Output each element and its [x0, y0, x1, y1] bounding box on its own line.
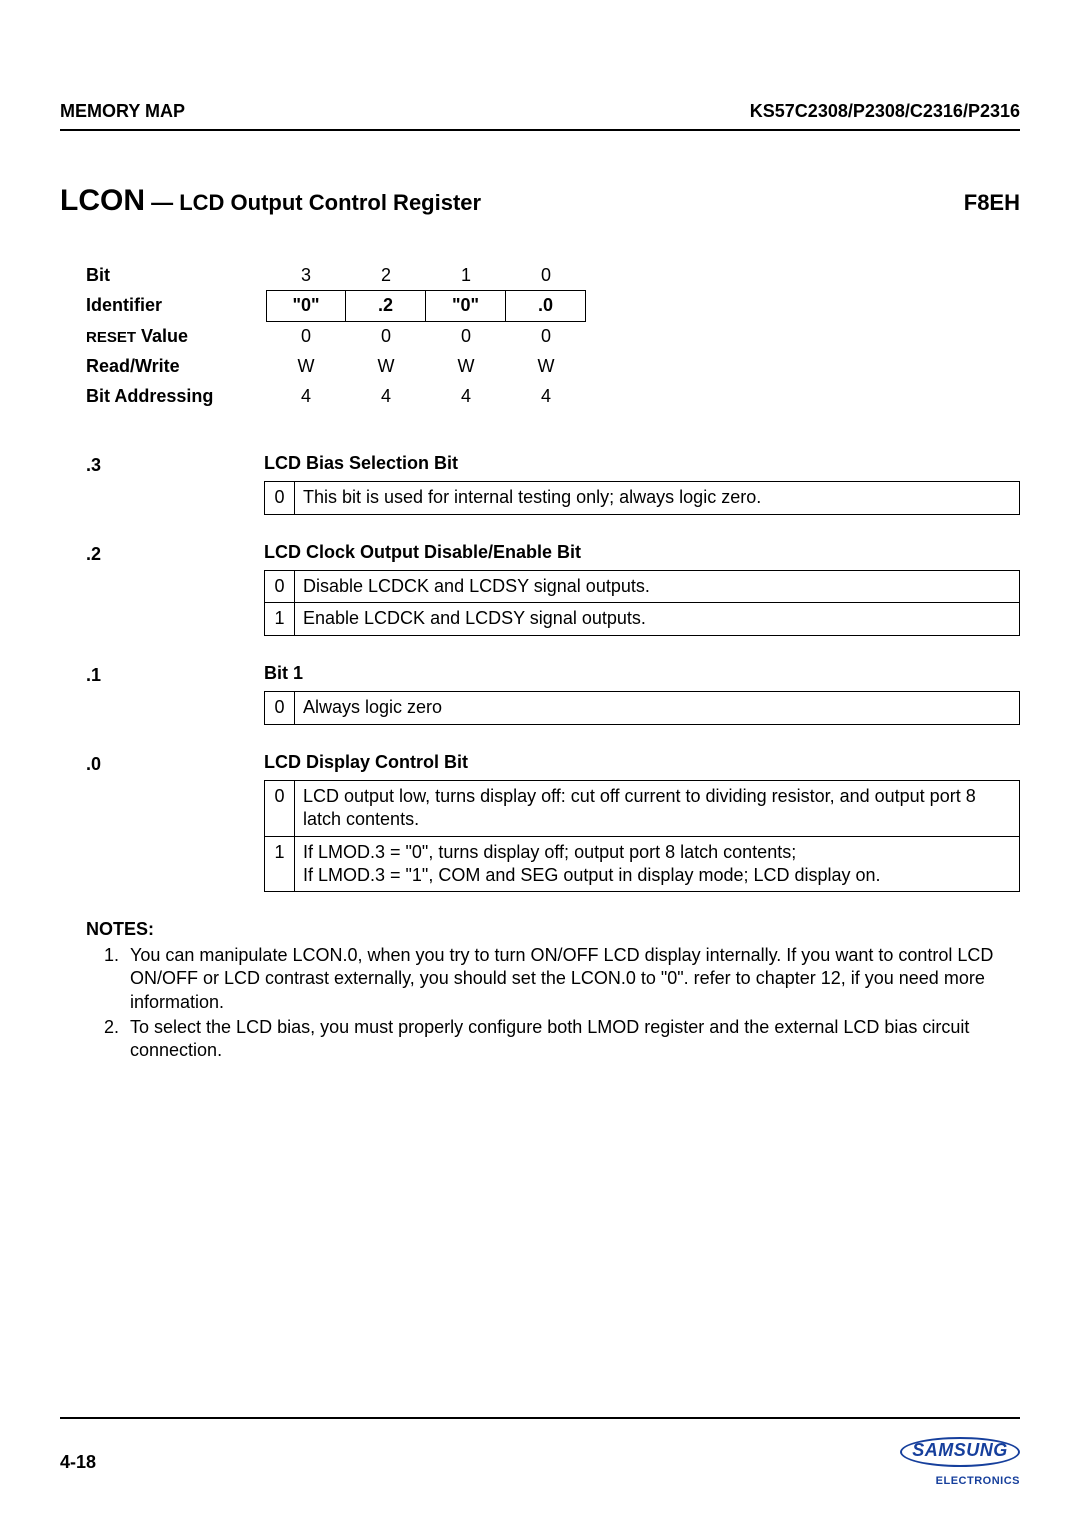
bit-cell: 0 [506, 264, 586, 287]
bit-cell: 2 [346, 264, 426, 287]
bit-description-block: .0LCD Display Control Bit 0LCD output low… [86, 751, 1020, 893]
register-desc: — LCD Output Control Register [145, 190, 481, 215]
bit-description-title: LCD Bias Selection Bit [264, 452, 1020, 475]
bit-text-cell: This bit is used for internal testing on… [295, 482, 1020, 514]
register-name: LCON [60, 184, 145, 217]
bit-description-table: 0LCD output low, turns display off: cut … [264, 780, 1020, 893]
bit-value-cell: 0 [265, 570, 295, 602]
bit-tag: .0 [86, 751, 264, 893]
addr-row-label: Bit Addressing [86, 385, 266, 408]
bit-description-body: LCD Display Control Bit 0LCD output low, … [264, 751, 1020, 893]
bit-description-table: 0Always logic zero [264, 691, 1020, 724]
page-header: MEMORY MAP KS57C2308/P2308/C2316/P2316 [60, 100, 1020, 131]
notes-heading: NOTES: [86, 918, 1010, 941]
page-footer: 4-18 SAMSUNG ELECTRONICS [60, 1417, 1020, 1488]
logo-oval-icon: SAMSUNG [900, 1437, 1020, 1467]
bit-table: Bit 3 2 1 0 Identifier "0" .2 "0" .0 RES… [86, 260, 1020, 411]
reset-cell: 0 [346, 325, 426, 348]
notes-list: You can manipulate LCON.0, when you try … [86, 944, 1010, 1063]
table-row: 1Enable LCDCK and LCDSY signal outputs. [265, 603, 1020, 635]
header-right: KS57C2308/P2308/C2316/P2316 [750, 100, 1020, 123]
bit-tag: .1 [86, 662, 264, 725]
addr-cell: 4 [426, 385, 506, 408]
reset-cell: 0 [266, 325, 346, 348]
rw-row-label: Read/Write [86, 355, 266, 378]
register-address: F8EH [964, 189, 1020, 218]
bit-description-block: .1Bit 1 0Always logic zero [86, 662, 1020, 725]
identifier-cell: .0 [506, 290, 586, 321]
notes-block: NOTES: You can manipulate LCON.0, when y… [86, 918, 1010, 1062]
rw-cell: W [426, 355, 506, 378]
bit-description-title: Bit 1 [264, 662, 1020, 685]
page-number: 4-18 [60, 1437, 96, 1474]
header-left: MEMORY MAP [60, 100, 185, 123]
logo-subtext: ELECTRONICS [900, 1474, 1020, 1488]
bit-text-cell: Enable LCDCK and LCDSY signal outputs. [295, 603, 1020, 635]
identifier-row-label: Identifier [86, 294, 266, 317]
bit-description-body: LCD Bias Selection Bit 0This bit is used … [264, 452, 1020, 515]
rw-cell: W [346, 355, 426, 378]
bit-value-cell: 0 [265, 482, 295, 514]
bit-tag: .2 [86, 541, 264, 636]
bit-value-cell: 0 [265, 692, 295, 724]
bit-description-block: .2LCD Clock Output Disable/Enable Bit 0Di… [86, 541, 1020, 636]
rw-cell: W [266, 355, 346, 378]
note-item: You can manipulate LCON.0, when you try … [124, 944, 1010, 1014]
reset-cell: 0 [426, 325, 506, 348]
table-row: 0Disable LCDCK and LCDSY signal outputs. [265, 570, 1020, 602]
bit-text-cell: LCD output low, turns display off: cut o… [295, 780, 1020, 836]
reset-cell: 0 [506, 325, 586, 348]
bit-tag: .3 [86, 452, 264, 515]
table-row: 1If LMOD.3 = "0", turns display off; out… [265, 836, 1020, 892]
note-item: To select the LCD bias, you must properl… [124, 1016, 1010, 1063]
identifier-cell: "0" [266, 290, 346, 321]
table-row: 0This bit is used for internal testing o… [265, 482, 1020, 514]
bit-description-title: LCD Clock Output Disable/Enable Bit [264, 541, 1020, 564]
bit-value-cell: 0 [265, 780, 295, 836]
bit-value-cell: 1 [265, 836, 295, 892]
bit-cell: 1 [426, 264, 506, 287]
rw-cell: W [506, 355, 586, 378]
bit-description-body: Bit 1 0Always logic zero [264, 662, 1020, 725]
register-title-row: LCON — LCD Output Control Register F8EH [60, 181, 1020, 220]
identifier-cell: .2 [346, 290, 426, 321]
bit-row-label: Bit [86, 264, 266, 287]
addr-cell: 4 [346, 385, 426, 408]
identifier-cell: "0" [426, 290, 506, 321]
bit-description-title: LCD Display Control Bit [264, 751, 1020, 774]
addr-cell: 4 [506, 385, 586, 408]
bit-description-body: LCD Clock Output Disable/Enable Bit 0Disa… [264, 541, 1020, 636]
register-title: LCON — LCD Output Control Register [60, 181, 481, 220]
bit-text-cell: Disable LCDCK and LCDSY signal outputs. [295, 570, 1020, 602]
bit-text-cell: If LMOD.3 = "0", turns display off; outp… [295, 836, 1020, 892]
document-page: MEMORY MAP KS57C2308/P2308/C2316/P2316 L… [0, 0, 1080, 1528]
bit-description-table: 0This bit is used for internal testing o… [264, 481, 1020, 514]
table-row: 0LCD output low, turns display off: cut … [265, 780, 1020, 836]
samsung-logo: SAMSUNG ELECTRONICS [900, 1437, 1020, 1488]
bit-description-table: 0Disable LCDCK and LCDSY signal outputs.… [264, 570, 1020, 636]
table-row: 0Always logic zero [265, 692, 1020, 724]
bit-description-block: .3LCD Bias Selection Bit 0This bit is use… [86, 452, 1020, 515]
addr-cell: 4 [266, 385, 346, 408]
bit-text-cell: Always logic zero [295, 692, 1020, 724]
bit-cell: 3 [266, 264, 346, 287]
bit-value-cell: 1 [265, 603, 295, 635]
reset-row-label: RESET Value [86, 325, 266, 348]
